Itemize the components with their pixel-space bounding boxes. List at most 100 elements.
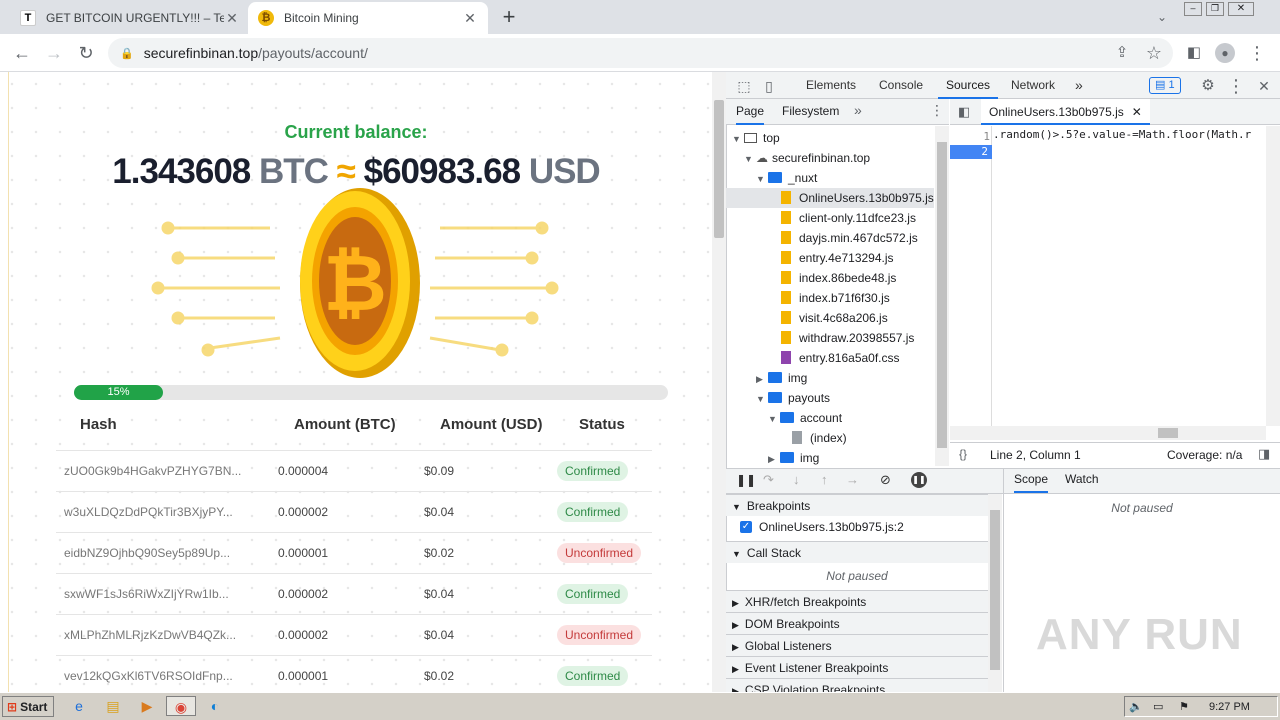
close-tab-icon[interactable]: ✕ [224,10,240,27]
call-stack-status: Not paused [826,569,888,583]
flag-icon[interactable]: ⚑ [1179,700,1189,713]
side-panel-icon[interactable]: ◧ [1182,41,1206,65]
close-file-icon[interactable]: ✕ [1132,105,1142,119]
inspect-element-icon[interactable]: ⬚ [732,74,756,98]
call-stack-section[interactable]: ▼ Call Stack [726,541,988,563]
tree-item-nuxt[interactable]: ▼ _nuxt [726,168,817,188]
event-listener-breakpoints-section[interactable]: ▶ Event Listener Breakpoints [726,656,988,678]
profile-avatar-icon[interactable]: ● [1215,43,1235,63]
nav-tab-filesystem[interactable]: Filesystem [782,104,839,118]
tab-scope[interactable]: Scope [1014,472,1049,493]
col-header-btc: Amount (BTC) [294,416,396,433]
tree-file[interactable]: visit.4c68a206.js [726,308,888,328]
nav-more-icon[interactable]: » [854,102,862,118]
more-tabs-icon[interactable]: » [1075,72,1083,99]
tree-file[interactable]: dayjs.min.467dc572.js [726,228,918,248]
bitcoin-coin-illustration: ₿ [151,188,559,378]
pretty-print-icon[interactable]: {} [959,447,967,461]
tree-file[interactable]: OnlineUsers.13b0b975.js [726,188,934,208]
breakpoint-item[interactable]: ✓ OnlineUsers.13b0b975.js:2 [740,520,904,534]
tree-file[interactable]: (index) [726,428,847,448]
row-hash: zUO0Gk9b4HGakvPZHYG7BN... [64,464,242,478]
tab-bitcoin-mining[interactable]: ₿ Bitcoin Mining ✕ [248,2,488,34]
xhr-breakpoints-section[interactable]: ▶ XHR/fetch Breakpoints [726,590,988,612]
debugger-scrollbar-thumb[interactable] [990,510,1000,670]
new-tab-button[interactable]: + [497,5,521,29]
tree-item-top[interactable]: ▼ top [726,128,780,148]
tree-item-account[interactable]: ▼ account [726,408,842,428]
toggle-navigator-icon[interactable]: ◧ [958,104,970,120]
breakpoints-section[interactable]: ▼ Breakpoints [726,494,988,516]
menu-kebab-icon[interactable]: ⋮ [1245,41,1269,65]
dom-breakpoints-section[interactable]: ▶ DOM Breakpoints [726,612,988,634]
media-player-icon[interactable]: ▶ [136,696,158,716]
line-number[interactable]: 1 [950,130,990,143]
tab-search-icon[interactable]: ⌄ [1150,5,1174,29]
step-out-icon[interactable]: ↑ [821,472,828,487]
js-file-icon [781,211,791,224]
editor-hscrollbar-thumb[interactable] [1158,428,1178,438]
step-over-icon[interactable]: ↷ [763,472,774,488]
toggle-debugger-icon[interactable]: ◨ [1258,446,1270,462]
close-tab-icon[interactable]: ✕ [462,10,478,27]
restore-icon[interactable]: ❐ [1206,2,1224,16]
pause-icon[interactable]: ❚❚ [736,473,756,487]
edge-icon[interactable]: ◐ [204,696,226,716]
device-toolbar-icon[interactable]: ▯ [757,74,781,98]
explorer-folder-icon[interactable]: ▤ [102,696,124,716]
scope-status: Not paused [1111,501,1173,515]
share-icon[interactable]: ⇪ [1110,41,1134,65]
issues-counter[interactable]: ▤ 1 [1149,77,1181,94]
editor-vscrollbar[interactable] [1266,126,1280,426]
tree-file[interactable]: entry.816a5a0f.css [726,348,900,368]
tab-telegraph[interactable]: T GET BITCOIN URGENTLY!!! – Telegra ✕ [10,2,250,34]
start-button[interactable]: ⊞ Start [2,696,54,717]
editor-hscrollbar[interactable] [950,426,1266,440]
forward-icon[interactable]: → [42,41,66,65]
breakpoint-marker[interactable]: 2 [950,145,992,159]
chrome-taskbar-icon[interactable]: ◉ [166,696,196,716]
bookmark-star-icon[interactable]: ☆ [1142,41,1166,65]
navigator-scrollbar-thumb[interactable] [937,142,947,448]
close-devtools-icon[interactable]: ✕ [1252,74,1276,98]
tree-item-img[interactable]: ▶ img [726,368,807,388]
tree-file[interactable]: index.86bede48.js [726,268,896,288]
csp-violation-breakpoints-section[interactable]: ▶ CSP Violation Breakpoints [726,678,988,692]
step-icon[interactable]: → [846,472,859,487]
deactivate-breakpoints-icon[interactable]: ⊘ [880,472,891,488]
close-window-icon[interactable]: ✕ [1228,2,1254,16]
network-icon[interactable]: ▭ [1153,700,1163,713]
global-listeners-section[interactable]: ▶ Global Listeners [726,634,988,656]
tab-console[interactable]: Console [879,72,923,99]
nav-tab-page[interactable]: Page [736,104,765,125]
pause-on-exceptions-icon[interactable]: ❚❚ [911,472,927,488]
tab-watch[interactable]: Watch [1065,472,1099,486]
tab-title: GET BITCOIN URGENTLY!!! – Telegra [46,11,224,25]
js-file-icon [781,271,791,284]
address-bar[interactable]: 🔒 securefinbinan.top/payouts/account/ [108,38,1173,68]
checkbox-checked-icon[interactable]: ✓ [740,521,752,533]
ie-icon[interactable]: e [68,696,90,716]
js-file-icon [781,331,791,344]
tree-item-payouts[interactable]: ▼ payouts [726,388,830,408]
tree-file[interactable]: withdraw.20398557.js [726,328,914,348]
page-scrollbar-thumb[interactable] [714,100,724,238]
editor-tab-file[interactable]: OnlineUsers.13b0b975.js ✕ [981,99,1150,125]
step-into-icon[interactable]: ↓ [793,472,800,487]
tab-sources[interactable]: Sources [938,72,999,99]
tree-file[interactable]: entry.4e713294.js [726,248,894,268]
devtools-menu-icon[interactable]: ⋮ [1224,74,1248,98]
tab-elements[interactable]: Elements [806,72,856,99]
minimize-icon[interactable]: – [1184,2,1202,16]
volume-icon[interactable]: 🔈 [1129,700,1143,713]
nav-menu-icon[interactable]: ⋮ [930,102,944,119]
back-icon[interactable]: ← [10,41,34,65]
code-line[interactable]: .random()>.5?e.value-=Math.floor(Math.r [993,128,1265,141]
tree-file[interactable]: index.b71f6f30.js [726,288,890,308]
tree-file[interactable]: client-only.11dfce23.js [726,208,916,228]
tree-item-img-2[interactable]: ▶ img [726,448,819,468]
reload-icon[interactable]: ↻ [74,41,98,65]
settings-gear-icon[interactable]: ⚙ [1196,74,1220,98]
tab-network[interactable]: Network [1011,72,1055,99]
tree-item-domain[interactable]: ▼ ☁ securefinbinan.top [726,148,870,168]
